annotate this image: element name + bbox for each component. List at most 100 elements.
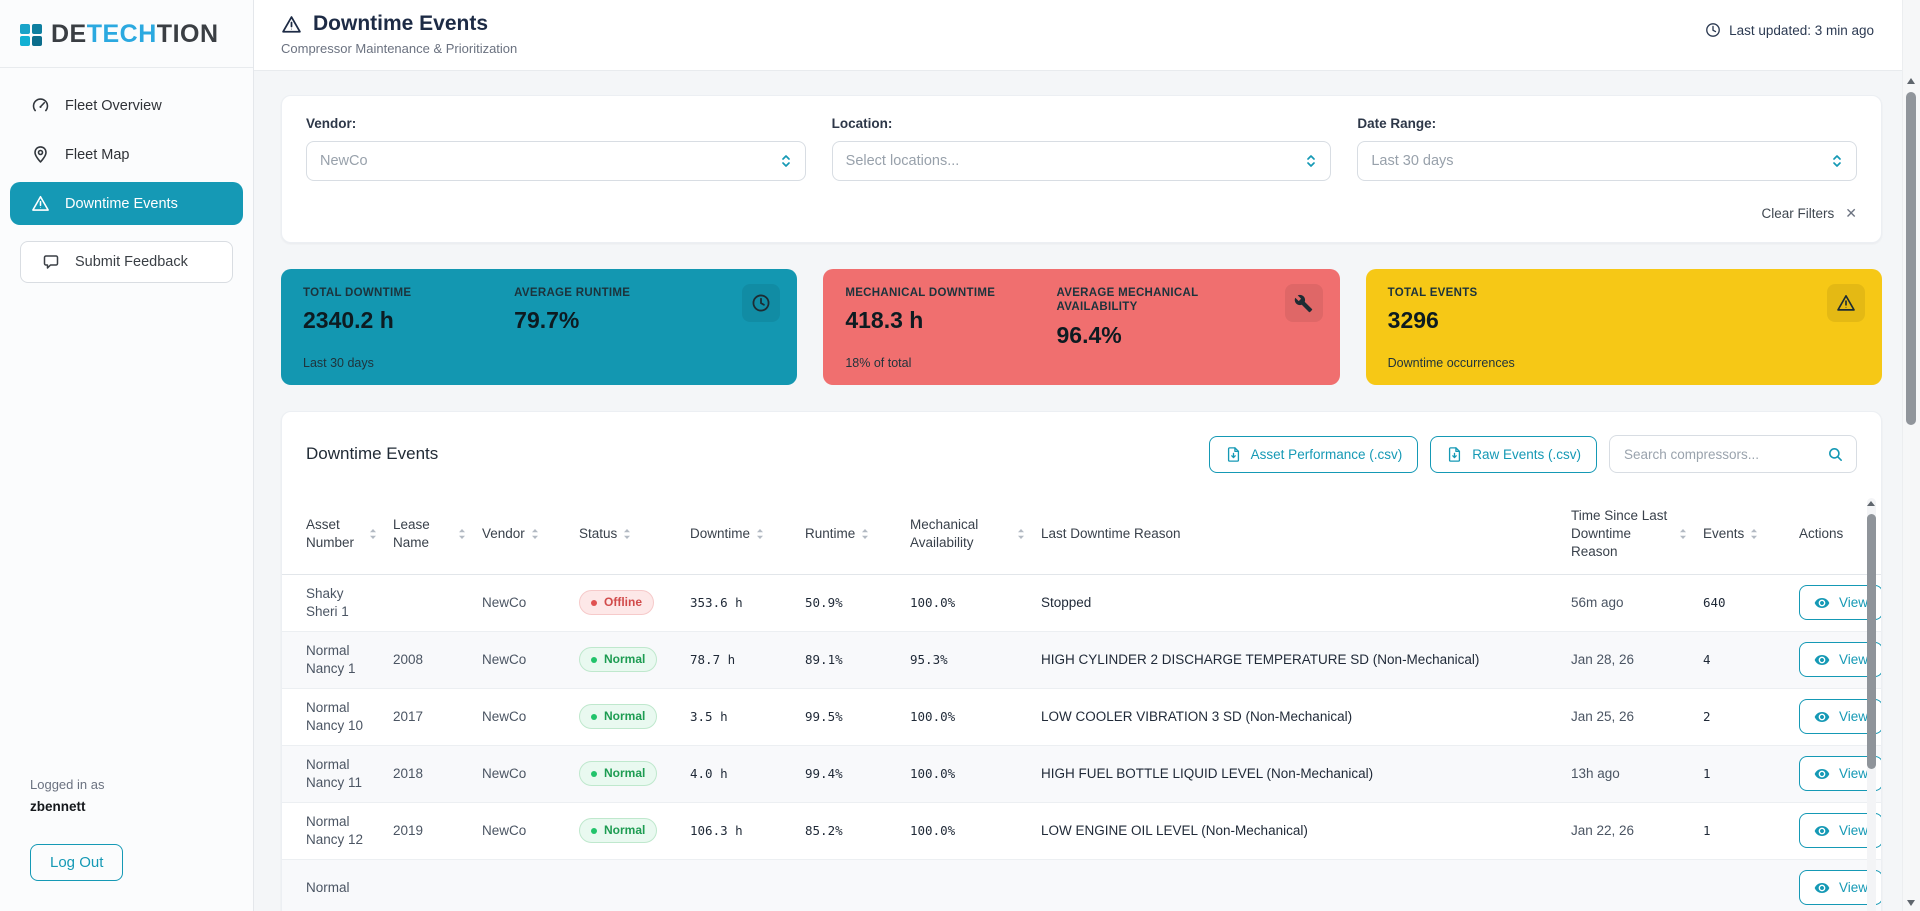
date-range-filter: Date Range: Last 30 days <box>1357 116 1857 181</box>
col-lease-name[interactable]: Lease Name <box>385 495 474 574</box>
filters-card: Vendor: NewCo Location: Select locations… <box>281 95 1882 243</box>
kpi-stat: AVERAGE MECHANICAL AVAILABILITY 96.4% <box>1056 286 1247 349</box>
search-icon[interactable] <box>1827 446 1844 463</box>
cell-vendor: NewCo <box>474 802 571 859</box>
close-icon[interactable]: ✕ <box>1845 205 1857 222</box>
kpi-icon-box <box>1827 284 1865 322</box>
export-button-label: Asset Performance (.csv) <box>1251 447 1403 462</box>
cell-lease-name: 2017 <box>385 688 474 745</box>
table-scrollbar[interactable] <box>1867 498 1876 911</box>
sort-icon <box>1750 528 1758 540</box>
page-header-left: Downtime Events Compressor Maintenance &… <box>281 12 517 56</box>
cell-downtime: 353.6 h <box>682 574 797 631</box>
export-raw-events-button[interactable]: Raw Events (.csv) <box>1430 436 1597 473</box>
eye-icon <box>1814 652 1830 668</box>
eye-icon <box>1814 709 1830 725</box>
eye-icon <box>1814 766 1830 782</box>
eye-icon <box>1814 880 1830 896</box>
last-updated: Last updated: 3 min ago <box>1705 22 1888 38</box>
sidebar-item-fleet-overview[interactable]: Fleet Overview <box>10 84 243 127</box>
cell-time-since: Jan 25, 26 <box>1563 688 1695 745</box>
submit-feedback-button[interactable]: Submit Feedback <box>20 241 233 283</box>
cell-vendor: NewCo <box>474 631 571 688</box>
cell-events: 1 <box>1695 802 1791 859</box>
cell-downtime: 106.3 h <box>682 802 797 859</box>
cell-mechanical-availability: 100.0% <box>902 745 1033 802</box>
col-downtime[interactable]: Downtime <box>682 495 797 574</box>
location-select[interactable]: Select locations... <box>832 141 1332 181</box>
col-runtime[interactable]: Runtime <box>797 495 902 574</box>
cell-lease-name: 2019 <box>385 802 474 859</box>
cell-asset-number: Normal Nancy 11 <box>282 745 385 802</box>
sort-icon <box>756 528 764 540</box>
cell-events: 1 <box>1695 745 1791 802</box>
export-asset-performance-button[interactable]: Asset Performance (.csv) <box>1209 436 1419 473</box>
status-dot-icon <box>591 600 597 606</box>
brand-logo: DETECHTION <box>0 0 253 68</box>
clear-filters-button[interactable]: Clear Filters <box>1762 206 1835 221</box>
kpi-card-total-downtime: TOTAL DOWNTIME 2340.2 h AVERAGE RUNTIME … <box>281 269 797 385</box>
col-events[interactable]: Events <box>1695 495 1791 574</box>
cell-lease-name: 2008 <box>385 631 474 688</box>
kpi-value: 79.7% <box>514 307 705 334</box>
scroll-down-arrow-icon[interactable] <box>1907 900 1915 906</box>
main-area: Downtime Events Compressor Maintenance &… <box>254 0 1920 911</box>
vendor-label: Vendor: <box>306 116 806 131</box>
kpi-stat: TOTAL DOWNTIME 2340.2 h <box>303 286 494 334</box>
scroll-up-arrow-icon[interactable] <box>1867 501 1875 506</box>
cell-time-since: 13h ago <box>1563 745 1695 802</box>
sidebar-item-downtime-events[interactable]: Downtime Events <box>10 182 243 225</box>
sidebar-item-label: Fleet Map <box>65 147 129 163</box>
cell-asset-number: Normal Nancy 12 <box>282 802 385 859</box>
sidebar: DETECHTION Fleet Overview Fleet Map Down… <box>0 0 254 911</box>
cell-time-since: 56m ago <box>1563 574 1695 631</box>
cell-status: Normal <box>571 688 682 745</box>
cell-asset-number: Normal <box>282 859 385 911</box>
col-time-since-last-downtime-reason[interactable]: Time Since Last Downtime Reason <box>1563 495 1695 574</box>
scroll-up-arrow-icon[interactable] <box>1907 78 1915 84</box>
location-label: Location: <box>832 116 1332 131</box>
cell-mechanical-availability: 100.0% <box>902 574 1033 631</box>
downtime-events-table-card: Downtime Events Asset Performance (.csv)… <box>281 411 1882 911</box>
status-badge: Normal <box>579 818 657 844</box>
scrollbar-thumb[interactable] <box>1867 514 1876 769</box>
col-vendor[interactable]: Vendor <box>474 495 571 574</box>
logged-in-as-label: Logged in as <box>30 777 223 792</box>
sidebar-item-fleet-map[interactable]: Fleet Map <box>10 133 243 176</box>
clock-icon <box>751 293 771 313</box>
chevron-updown-icon <box>1305 153 1317 169</box>
map-pin-icon <box>31 145 50 164</box>
cell-downtime: 3.5 h <box>682 688 797 745</box>
kpi-value: 96.4% <box>1056 322 1247 349</box>
col-asset-number[interactable]: Asset Number <box>282 495 385 574</box>
scrollbar-thumb[interactable] <box>1906 92 1916 425</box>
chevron-updown-icon <box>780 153 792 169</box>
page-scrollbar[interactable] <box>1902 0 1920 911</box>
warning-icon <box>281 14 302 35</box>
cell-runtime: 99.4% <box>797 745 902 802</box>
col-status[interactable]: Status <box>571 495 682 574</box>
table-row: Normal Nancy 12 2019 NewCo Normal 106.3 … <box>282 802 1881 859</box>
table-row: Normal Nancy 1 2008 NewCo Normal 78.7 h … <box>282 631 1881 688</box>
search-input[interactable] <box>1622 446 1819 463</box>
col-mechanical-availability[interactable]: Mechanical Availability <box>902 495 1033 574</box>
cell-lease-name <box>385 574 474 631</box>
date-range-select[interactable]: Last 30 days <box>1357 141 1857 181</box>
cell-vendor: NewCo <box>474 745 571 802</box>
cell-status: Normal <box>571 631 682 688</box>
cell-runtime: 50.9% <box>797 574 902 631</box>
sort-icon <box>1017 528 1025 540</box>
vendor-select[interactable]: NewCo <box>306 141 806 181</box>
kpi-icon-box <box>1285 284 1323 322</box>
page-title: Downtime Events <box>313 12 488 36</box>
cell-events: 4 <box>1695 631 1791 688</box>
sidebar-item-label: Downtime Events <box>65 196 178 212</box>
logo-part-2: TECH <box>87 20 157 48</box>
location-filter: Location: Select locations... <box>832 116 1332 181</box>
col-last-downtime-reason: Last Downtime Reason <box>1033 495 1563 574</box>
wrench-icon <box>1294 294 1313 313</box>
table-title: Downtime Events <box>306 444 438 464</box>
logout-button[interactable]: Log Out <box>30 844 123 881</box>
kpi-value: 418.3 h <box>845 307 1036 334</box>
kpi-stat: TOTAL EVENTS 3296 <box>1388 286 1579 334</box>
